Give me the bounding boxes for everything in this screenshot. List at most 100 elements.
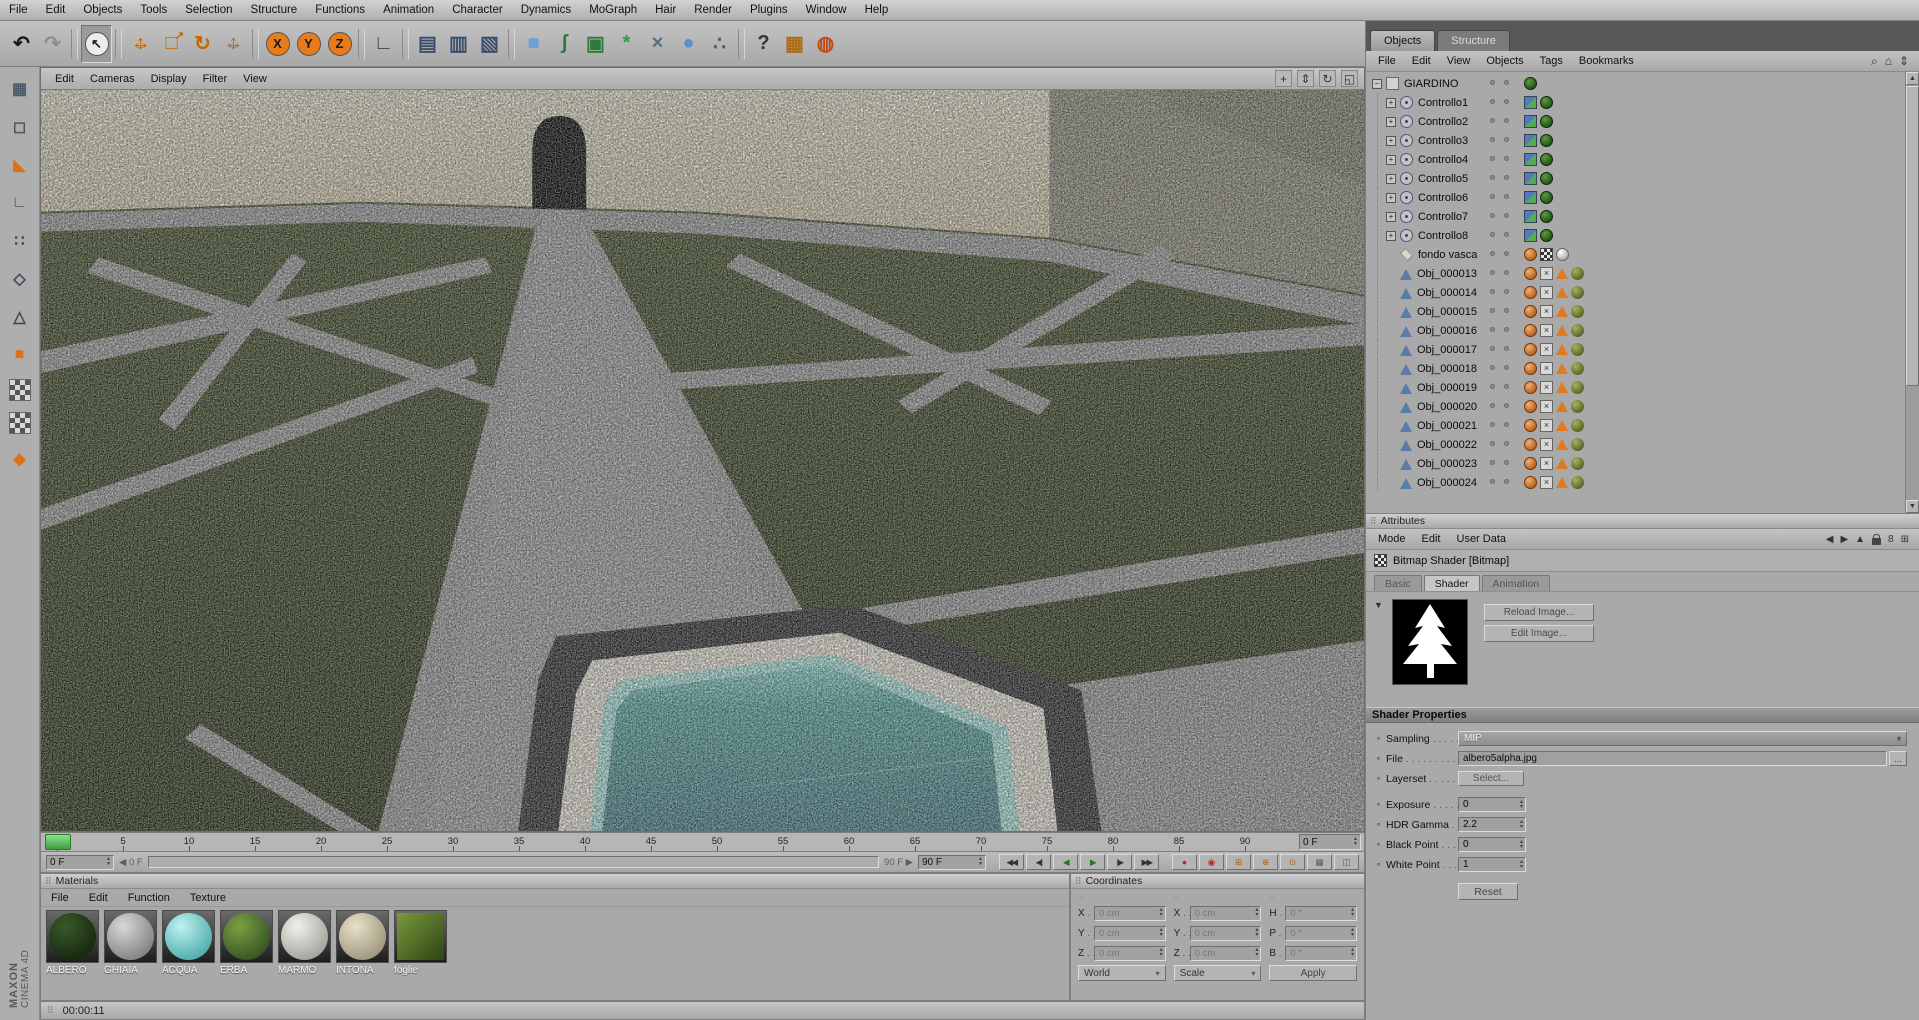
preview-expander-icon[interactable]: ▼ <box>1374 600 1383 610</box>
render-settings-button[interactable]: ▧ <box>474 25 505 63</box>
editor-visibility-dot[interactable] <box>1490 270 1495 275</box>
white-point-input[interactable]: 1 ▴ ▾ <box>1458 857 1526 872</box>
display-tag[interactable] <box>1540 96 1553 109</box>
visibility-dots[interactable] <box>1490 441 1509 446</box>
polygon-mode-icon[interactable]: △ <box>6 303 34 330</box>
compositing-tag[interactable]: × <box>1540 381 1553 394</box>
texture-tag[interactable] <box>1571 438 1584 451</box>
phong-tag[interactable] <box>1524 343 1537 356</box>
texture-tag[interactable] <box>1571 324 1584 337</box>
range-end-field[interactable]: 90 F ▴ ▾ <box>918 854 986 870</box>
shader-tab-animation[interactable]: Animation <box>1481 575 1551 591</box>
xpresso-tag[interactable] <box>1524 96 1537 109</box>
expander-icon[interactable]: + <box>1386 211 1396 222</box>
uv-mode-icon[interactable] <box>8 412 31 434</box>
editor-visibility-dot[interactable] <box>1490 346 1495 351</box>
editor-visibility-dot[interactable] <box>1490 384 1495 389</box>
make-editable-icon[interactable]: ▦ <box>6 75 34 102</box>
add-environment-object[interactable]: ● <box>673 25 704 63</box>
menu-selection[interactable]: Selection <box>176 0 241 20</box>
menu-dynamics[interactable]: Dynamics <box>512 0 580 20</box>
animation-dot-icon[interactable]: ∘ <box>1376 840 1386 849</box>
expander-icon[interactable]: + <box>1386 135 1396 146</box>
selection-tag[interactable] <box>1556 439 1568 450</box>
snap-settings-icon[interactable]: ◆ <box>6 445 34 472</box>
om-menu-edit[interactable]: Edit <box>1404 51 1439 72</box>
exposure-stepper[interactable]: ▴ ▾ <box>1520 799 1523 810</box>
attr-menu-user-data[interactable]: User Data <box>1449 529 1515 550</box>
record-keyframe-button[interactable]: ● <box>1172 854 1197 870</box>
menu-hair[interactable]: Hair <box>646 0 685 20</box>
tab-structure[interactable]: Structure <box>1437 30 1510 51</box>
menu-mograph[interactable]: MoGraph <box>580 0 646 20</box>
tree-item-obj-000013[interactable]: Obj_000013 × <box>1366 264 1919 283</box>
goto-end-button[interactable]: ▶▶ <box>1134 854 1159 870</box>
display-tag[interactable] <box>1540 134 1553 147</box>
attr-menu-mode[interactable]: Mode <box>1370 529 1414 550</box>
material-marmo[interactable]: MARMO <box>278 910 331 976</box>
compositing-tag[interactable]: × <box>1540 324 1553 337</box>
tree-item-obj-000021[interactable]: Obj_000021 × <box>1366 416 1919 435</box>
editor-visibility-dot[interactable] <box>1490 232 1495 237</box>
render-visibility-dot[interactable] <box>1504 403 1509 408</box>
editor-visibility-dot[interactable] <box>1490 479 1495 484</box>
current-frame-field[interactable]: 0 F ▴ ▾ <box>1299 834 1361 850</box>
viewport-layout-icon[interactable]: ◱ <box>1341 70 1358 87</box>
editor-visibility-dot[interactable] <box>1490 80 1495 85</box>
viewport-menu-display[interactable]: Display <box>143 68 195 90</box>
render-visibility-dot[interactable] <box>1504 479 1509 484</box>
phong-tag[interactable] <box>1524 381 1537 394</box>
tree-item-controllo4[interactable]: + Controllo4 <box>1366 150 1919 169</box>
visibility-dots[interactable] <box>1490 384 1509 389</box>
tree-item-obj-000022[interactable]: Obj_000022 × <box>1366 435 1919 454</box>
editor-visibility-dot[interactable] <box>1490 403 1495 408</box>
file-input[interactable]: albero5alpha.jpg <box>1458 751 1887 766</box>
material-erba[interactable]: ERBA <box>220 910 273 976</box>
visibility-dots[interactable] <box>1490 365 1509 370</box>
scale-tool[interactable]: □ ↗ <box>156 25 187 63</box>
tree-item-controllo6[interactable]: + Controllo6 <box>1366 188 1919 207</box>
render-visibility-dot[interactable] <box>1504 175 1509 180</box>
render-visibility-dot[interactable] <box>1504 118 1509 123</box>
black-point-stepper[interactable]: ▴ ▾ <box>1520 839 1523 850</box>
tree-item-controllo2[interactable]: + Controllo2 <box>1366 112 1919 131</box>
viewport-menu-edit[interactable]: Edit <box>47 68 82 90</box>
selection-tag[interactable] <box>1556 382 1568 393</box>
viewport-scene[interactable] <box>41 90 1364 831</box>
materials-menu-edit[interactable]: Edit <box>79 889 118 906</box>
history-back-icon[interactable]: ◀ <box>1826 534 1834 545</box>
value-stepper[interactable]: ▴ ▾ <box>1255 947 1258 958</box>
coordinate-system-toggle[interactable]: ∟ <box>368 25 399 63</box>
viewport-menu-filter[interactable]: Filter <box>195 68 235 90</box>
render-visibility-dot[interactable] <box>1504 194 1509 199</box>
tree-item-fondo-vasca[interactable]: fondo vasca <box>1366 245 1919 264</box>
sampling-dropdown[interactable]: MIP ▾ <box>1458 731 1907 746</box>
reset-button[interactable]: Reset <box>1458 883 1518 900</box>
goto-start-button[interactable]: ◀◀ <box>999 854 1024 870</box>
phong-tag[interactable] <box>1524 248 1537 261</box>
content-browser-icon[interactable]: ▦ <box>779 25 810 63</box>
menu-tools[interactable]: Tools <box>131 0 176 20</box>
selection-tag[interactable] <box>1556 477 1568 488</box>
texture-tag[interactable] <box>1571 267 1584 280</box>
expand-icon[interactable]: ⊞ <box>1901 534 1909 545</box>
xpresso-tag[interactable] <box>1524 115 1537 128</box>
animation-dot-icon[interactable]: ∘ <box>1376 734 1386 743</box>
add-spline-object[interactable]: ʃ <box>549 25 580 63</box>
record-scale-toggle[interactable]: ⊕ <box>1253 854 1278 870</box>
lock-icon[interactable] <box>1872 533 1882 545</box>
undo-icon[interactable]: ↶ <box>6 25 37 63</box>
display-tag[interactable] <box>1540 153 1553 166</box>
scroll-down-icon[interactable]: ▼ <box>1906 500 1919 513</box>
animation-dot-icon[interactable]: ∘ <box>1376 820 1386 829</box>
visibility-dots[interactable] <box>1490 80 1509 85</box>
visibility-dots[interactable] <box>1490 156 1509 161</box>
layout-toggle[interactable]: ◫ <box>1334 854 1359 870</box>
visibility-dots[interactable] <box>1490 308 1509 313</box>
material-intona[interactable]: INTONA <box>336 910 389 976</box>
attr-menu-edit[interactable]: Edit <box>1414 529 1449 550</box>
camera-zoom-icon[interactable]: ⇕ <box>1297 70 1314 87</box>
tree-item-obj-000023[interactable]: Obj_000023 × <box>1366 454 1919 473</box>
collapse-icon[interactable]: ⇕ <box>1899 54 1909 68</box>
value-stepper[interactable]: ▴ ▾ <box>1351 947 1354 958</box>
